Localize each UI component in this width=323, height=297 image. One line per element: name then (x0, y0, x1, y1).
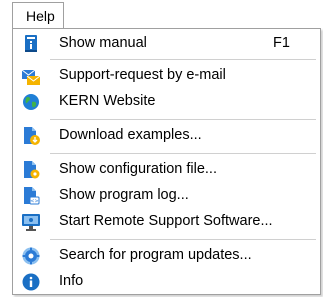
menu-item-label: Support-request by e-mail (59, 67, 226, 83)
menu-item-support-request[interactable]: Support-request by e-mail (14, 64, 319, 88)
menu-item-label: Info (59, 273, 84, 289)
menu-item-show-program-log[interactable]: <> Show program log... (14, 184, 319, 208)
svg-text:<>: <> (30, 199, 38, 205)
shortcut-label: F1 (273, 35, 290, 51)
menu-separator (50, 59, 316, 60)
menu-item-label: KERN Website (59, 93, 156, 109)
menu-item-label: Search for program updates... (59, 247, 252, 263)
menu-item-label: Show program log... (59, 187, 189, 203)
globe-icon (21, 92, 41, 112)
menu-item-start-remote-support[interactable]: Start Remote Support Software... (14, 210, 319, 234)
menu-item-kern-website[interactable]: KERN Website (14, 90, 319, 114)
manual-book-icon (21, 34, 41, 54)
menu-item-download-examples[interactable]: Download examples... (14, 124, 319, 148)
update-gear-icon (21, 246, 41, 266)
email-support-icon (21, 66, 41, 86)
info-icon (21, 272, 41, 292)
menu-separator (50, 119, 316, 120)
menu-bar: Help (0, 0, 323, 30)
help-menu-title[interactable]: Help (12, 2, 64, 29)
menu-item-label: Download examples... (59, 127, 202, 143)
config-file-icon (21, 160, 41, 180)
help-dropdown-menu: Show manual F1 Support-request by e-mail… (12, 28, 321, 295)
menu-item-info[interactable]: Info (14, 270, 319, 294)
menu-item-search-updates[interactable]: Search for program updates... (14, 244, 319, 268)
menu-separator (50, 153, 316, 154)
download-document-icon (21, 126, 41, 146)
log-file-icon: <> (21, 186, 41, 206)
menu-item-label: Show manual (59, 35, 147, 51)
menu-item-label: Show configuration file... (59, 161, 217, 177)
remote-monitor-icon (21, 212, 41, 232)
menu-item-show-manual[interactable]: Show manual F1 (14, 32, 319, 56)
menu-separator (50, 239, 316, 240)
menu-item-label: Start Remote Support Software... (59, 213, 273, 229)
menu-item-show-configuration-file[interactable]: Show configuration file... (14, 158, 319, 182)
